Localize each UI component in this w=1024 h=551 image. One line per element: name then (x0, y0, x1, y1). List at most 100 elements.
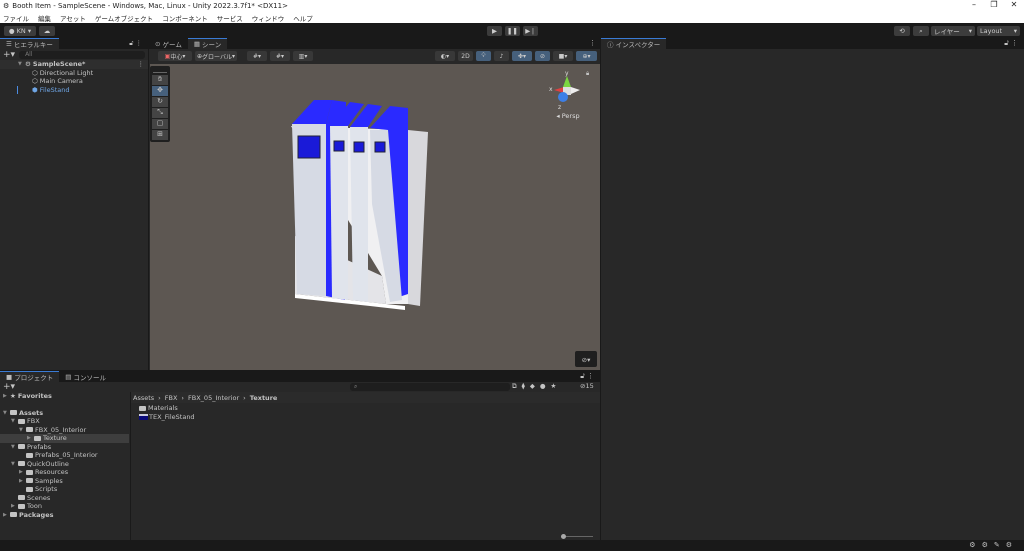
effects-dropdown[interactable]: ✤ ▾ (512, 51, 532, 61)
folder-icon (18, 444, 25, 450)
space-dropdown[interactable]: ⊕ グローバル ▾ (195, 51, 237, 61)
pivot-dropdown[interactable]: ▣ 中心 ▾ (158, 51, 192, 61)
folder-icon (18, 503, 25, 509)
tab-scene[interactable]: ▦ シーン (187, 38, 228, 49)
audio-toggle[interactable]: ♪ (494, 51, 509, 61)
folder-tree-item[interactable]: ▼ FBX_05_Interior (0, 426, 129, 435)
breadcrumb-assets[interactable]: Assets (133, 394, 154, 402)
asset-browser: Assets › FBX › FBX_05_Interior › Texture Ma… (130, 392, 600, 540)
menu-help[interactable]: ヘルプ (293, 13, 313, 23)
lighting-toggle[interactable]: 💡︎ (476, 51, 491, 61)
folder-tree-item[interactable]: ▶ Packages (0, 511, 129, 520)
expand-arrow[interactable]: ▼ (11, 444, 18, 450)
menu-file[interactable]: ファイル (3, 13, 29, 23)
create-button[interactable]: +▾ (3, 382, 15, 392)
lock-icon[interactable]: 🔓︎ ⋮ (129, 39, 142, 48)
folder-tree-item[interactable]: ▶ Samples (0, 477, 129, 486)
hidden-packages-toggle[interactable]: ⊘15 (580, 382, 594, 390)
hierarchy-item-selected[interactable]: ⬢ FileStand (17, 85, 148, 94)
status-icons[interactable]: ⚙⚙✎⚙ (969, 541, 1018, 549)
folder-tree-item[interactable]: Scenes (0, 494, 129, 503)
pause-button[interactable]: ❚❚ (505, 26, 520, 36)
expand-arrow[interactable]: ▼ (3, 410, 10, 416)
tab-project[interactable]: ■ プロジェクト (0, 371, 60, 382)
folder-tree-item[interactable]: ▶ Resources (0, 468, 129, 477)
lock-icon[interactable]: 🔒︎ (586, 70, 589, 78)
folder-tree-item[interactable]: ▼ Prefabs (0, 443, 129, 452)
close-button[interactable]: ✕ (1004, 0, 1024, 9)
status-bar: ⚙⚙✎⚙ (0, 540, 1024, 551)
folder-tree-item[interactable]: ▼ FBX (0, 417, 129, 426)
expand-arrow[interactable]: ▼ (11, 461, 18, 467)
scene-row[interactable]: ▼ ⚙ SampleScene* ⋮ (0, 60, 148, 69)
tab-inspector[interactable]: ⓘ インスペクター (601, 38, 667, 49)
expand-arrow[interactable]: ▶ (11, 503, 18, 509)
menu-assets[interactable]: アセット (60, 13, 86, 23)
lock-icon[interactable]: 🔓︎ ⋮ (1004, 39, 1018, 48)
menu-gameobject[interactable]: ゲームオブジェクト (95, 13, 153, 23)
add-button[interactable]: +▾ (3, 50, 15, 60)
cloud-button[interactable]: ☁ (39, 26, 55, 36)
grid-visibility-button[interactable]: ▥▾ (293, 51, 313, 61)
folder-tree-item[interactable]: ▶ Toon (0, 502, 129, 511)
2d-toggle[interactable]: 2D (458, 51, 473, 61)
folder-tree-item[interactable]: ▼ QuickOutline (0, 460, 129, 469)
layers-dropdown[interactable]: レイヤー ▾ (931, 26, 975, 36)
breadcrumb-interior[interactable]: FBX_05_Interior (188, 394, 239, 402)
expand-arrow[interactable]: ▶ (19, 469, 26, 475)
increment-snap-button[interactable]: #▾ (270, 51, 290, 61)
expand-arrow[interactable]: ▶ (3, 512, 10, 518)
project-search[interactable]: ⌕ (350, 383, 510, 391)
breadcrumb-fbx[interactable]: FBX (165, 394, 178, 402)
favorites-item[interactable]: ▶ ★ Favorites (0, 392, 129, 401)
folder-tree-item[interactable]: ▶ Texture (0, 434, 129, 443)
expand-arrow[interactable]: ▼ (19, 427, 26, 433)
hierarchy-panel: ☰ ヒエラルキー 🔓︎ ⋮ +▾ All ▼ ⚙ SampleScene* ⋮ ⬡ … (0, 38, 148, 370)
folder-tree-item[interactable]: Scripts (0, 485, 129, 494)
filter-buttons[interactable]: ⧉⧫◆●★ (512, 382, 561, 391)
scene-viewport[interactable]: ✋︎ ✥ ↻ ⤡ ▢ ⊞ y x z ◂ Persp 🔒︎ ⊘▾ (150, 64, 600, 370)
asset-item[interactable]: Materials (131, 404, 600, 413)
lock-icon[interactable]: 🔓︎ ⋮ (580, 372, 594, 381)
menu-services[interactable]: サービス (217, 13, 243, 23)
tab-game[interactable]: ⊙ ゲーム (149, 38, 188, 49)
camera-dropdown[interactable]: ■ ▾ (553, 51, 573, 61)
hidden-objects-toggle[interactable]: ⊘ (535, 51, 550, 61)
layout-dropdown[interactable]: Layout ▾ (977, 26, 1020, 36)
expand-arrow[interactable]: ▶ (19, 478, 26, 484)
orientation-gizmo[interactable]: y x z ◂ Persp (546, 70, 590, 126)
hierarchy-search[interactable]: All (19, 50, 145, 59)
step-button[interactable]: ▶❘ (523, 26, 538, 36)
filestand-model[interactable] (150, 64, 600, 370)
folder-icon (26, 469, 33, 475)
breadcrumb-texture[interactable]: Texture (250, 394, 278, 402)
hierarchy-item[interactable]: ⬡ Main Camera (0, 77, 148, 86)
draw-mode-button[interactable]: ◐ ▾ (435, 51, 455, 61)
expand-arrow[interactable]: ▼ (11, 418, 18, 424)
tab-hierarchy[interactable]: ☰ ヒエラルキー (0, 38, 59, 49)
more-icon[interactable]: ⋮ (589, 39, 596, 47)
account-button[interactable]: ● KN ▾ (4, 26, 36, 36)
folder-tree-item[interactable]: ▼ Assets (0, 409, 129, 418)
gizmos-dropdown[interactable]: ⊕ ▾ (576, 51, 597, 61)
expand-arrow[interactable]: ▶ (27, 435, 34, 441)
zoom-slider[interactable] (561, 534, 593, 539)
play-button[interactable]: ▶ (487, 26, 502, 36)
maximize-button[interactable]: ❐ (984, 0, 1004, 9)
grid-snap-button[interactable]: #▾ (247, 51, 267, 61)
menu-component[interactable]: コンポーネント (162, 13, 208, 23)
overlay-menu-button[interactable]: ⊘▾ (575, 351, 597, 367)
menu-edit[interactable]: 編集 (38, 13, 51, 23)
tab-console[interactable]: ▤ コンソール (59, 371, 112, 382)
bulb-icon: 💡︎ (481, 52, 486, 59)
shading-icon: ◐ (440, 52, 447, 60)
projection-label[interactable]: ◂ Persp (546, 112, 590, 120)
search-button[interactable]: ⌕ (913, 26, 929, 36)
menu-window[interactable]: ウィンドウ (252, 13, 285, 23)
history-button[interactable]: ⟲ (894, 26, 910, 36)
folder-tree-item[interactable]: Prefabs_05_Interior (0, 451, 129, 460)
hierarchy-item[interactable]: ⬡ Directional Light (0, 69, 148, 78)
minimize-button[interactable]: – (964, 0, 984, 9)
eye-off-icon: ⊘ (539, 52, 546, 60)
asset-item[interactable]: TEX_FileStand (131, 413, 600, 422)
